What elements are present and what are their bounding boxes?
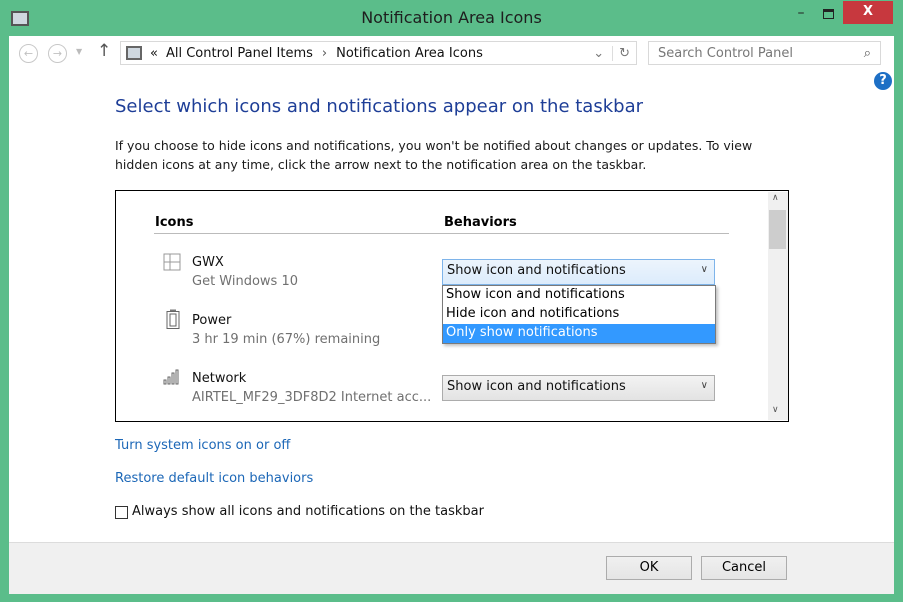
scroll-up-icon[interactable]: ∧ (772, 193, 779, 203)
maximize-icon (823, 9, 834, 19)
recent-dropdown-icon[interactable]: ▼ (76, 47, 82, 56)
restore-defaults-link[interactable]: Restore default icon behaviors (115, 471, 313, 486)
selected-value: Show icon and notifications (447, 263, 626, 278)
refresh-button[interactable]: ↻ (612, 45, 636, 61)
search-input[interactable]: Search Control Panel ⌕ (648, 41, 881, 65)
icon-name-gwx: GWX (192, 255, 224, 270)
control-panel-icon (126, 46, 142, 60)
window-client: ← → ▼ ↑ « All Control Panel Items › Noti… (9, 36, 894, 594)
minimize-button[interactable]: – (788, 4, 814, 26)
chevron-down-icon: ∨ (700, 380, 708, 391)
scroll-down-icon[interactable]: ∨ (772, 405, 779, 415)
address-dropdown-icon[interactable]: ⌄ (593, 46, 612, 61)
breadcrumb-all-items[interactable]: All Control Panel Items (166, 46, 313, 61)
dropdown-option-show[interactable]: Show icon and notifications (443, 286, 715, 305)
column-header-icons: Icons (155, 215, 194, 230)
signal-icon (163, 369, 179, 385)
windows-icon (163, 253, 181, 271)
breadcrumb-overflow[interactable]: « (150, 46, 158, 61)
icon-desc-gwx: Get Windows 10 (192, 274, 299, 289)
page-title: Select which icons and notifications app… (115, 96, 643, 117)
scrollbar-thumb[interactable] (769, 210, 786, 249)
dropdown-option-hide[interactable]: Hide icon and notifications (443, 305, 715, 324)
battery-icon (166, 309, 180, 329)
window-title: Notification Area Icons (361, 8, 542, 27)
up-button[interactable]: ↑ (97, 41, 111, 61)
icon-desc-power: 3 hr 19 min (67%) remaining (192, 332, 381, 347)
divider (154, 233, 729, 234)
search-placeholder: Search Control Panel (658, 46, 793, 61)
back-button[interactable]: ← (19, 44, 38, 63)
column-header-behaviors: Behaviors (444, 215, 517, 230)
icon-desc-network: AIRTEL_MF29_3DF8D2 Internet acc... (192, 390, 432, 405)
control-panel-icon (11, 11, 29, 26)
behavior-select-network[interactable]: Show icon and notifications ∨ (442, 375, 715, 401)
cancel-button[interactable]: Cancel (701, 556, 787, 580)
dropdown-option-only-notifications[interactable]: Only show notifications (443, 324, 715, 343)
forward-button[interactable]: → (48, 44, 67, 63)
turn-system-icons-link[interactable]: Turn system icons on or off (115, 438, 290, 453)
icon-name-network: Network (192, 371, 247, 386)
selected-value: Show icon and notifications (447, 379, 626, 394)
behavior-select-gwx[interactable]: Show icon and notifications ∨ (442, 259, 715, 285)
always-show-checkbox[interactable] (115, 506, 128, 519)
always-show-label[interactable]: Always show all icons and notifications … (132, 504, 484, 519)
search-icon[interactable]: ⌕ (864, 46, 871, 61)
breadcrumb-arrow-icon[interactable]: › (322, 46, 327, 61)
close-button[interactable]: X (843, 1, 893, 24)
ok-button[interactable]: OK (606, 556, 692, 580)
maximize-button[interactable] (815, 4, 843, 26)
behavior-dropdown-list: Show icon and notifications Hide icon an… (442, 285, 716, 344)
chevron-down-icon: ∨ (700, 264, 708, 275)
icons-list-panel: Icons Behaviors GWX Get Windows 10 Show … (115, 190, 789, 422)
breadcrumb-current[interactable]: Notification Area Icons (336, 46, 483, 61)
dialog-footer: OK Cancel (9, 542, 894, 594)
address-bar[interactable]: « All Control Panel Items › Notification… (120, 41, 637, 65)
icon-name-power: Power (192, 313, 232, 328)
help-button[interactable]: ? (874, 72, 892, 90)
description: If you choose to hide icons and notifica… (115, 138, 753, 172)
